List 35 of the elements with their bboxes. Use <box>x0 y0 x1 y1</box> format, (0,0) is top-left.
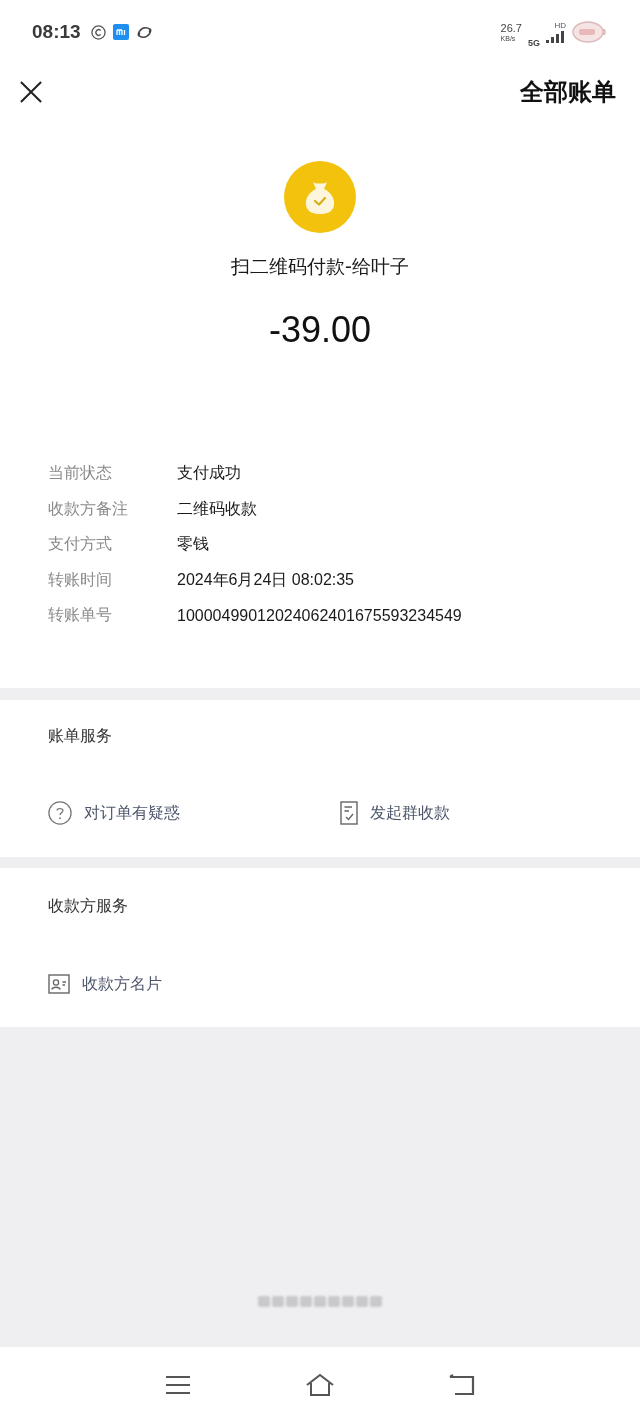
detail-value: 2024年6月24日 08:02:35 <box>177 569 354 590</box>
question-circle-icon[interactable] <box>48 801 72 825</box>
detail-label: 转账时间 <box>48 569 113 591</box>
money-bag-icon <box>284 161 356 233</box>
home-icon[interactable] <box>305 1372 335 1397</box>
transaction-title: 扫二维码付款-给叶子 <box>231 254 409 279</box>
menu-icon[interactable] <box>165 1373 191 1396</box>
detail-value: 零钱 <box>177 534 209 555</box>
close-icon[interactable] <box>20 81 42 103</box>
detail-value: 支付成功 <box>177 463 241 484</box>
service-action[interactable]: 发起群收款 <box>370 802 450 824</box>
clock-time: 08:13 <box>32 21 81 43</box>
network-type: 5G <box>528 38 540 48</box>
all-bills-link[interactable]: 全部账单 <box>520 76 616 108</box>
service-action[interactable]: 对订单有疑惑 <box>84 802 180 824</box>
signal-icon <box>546 30 566 43</box>
detail-value: 二维码收款 <box>177 498 257 519</box>
signal-label: HD <box>554 21 566 30</box>
detail-label: 转账单号 <box>48 605 113 627</box>
detail-label: 收款方备注 <box>48 498 129 520</box>
copyright-circle-icon <box>90 24 106 40</box>
network-speed: 26.7 <box>500 22 522 34</box>
amount: -39.00 <box>268 310 372 350</box>
app-square-icon <box>112 24 129 40</box>
battery-icon <box>572 21 606 43</box>
back-icon[interactable] <box>449 1373 475 1396</box>
swirl-icon <box>135 24 153 40</box>
detail-label: 支付方式 <box>48 534 113 556</box>
section-title: 账单服务 <box>48 725 113 747</box>
checklist-document-icon[interactable] <box>340 801 358 825</box>
detail-value: 10000499012024062401675593234549 <box>177 606 462 625</box>
section-title: 收款方服务 <box>48 895 129 917</box>
contact-card-icon[interactable] <box>48 974 70 994</box>
service-action[interactable]: 收款方名片 <box>82 973 162 995</box>
detail-label: 当前状态 <box>48 463 113 485</box>
